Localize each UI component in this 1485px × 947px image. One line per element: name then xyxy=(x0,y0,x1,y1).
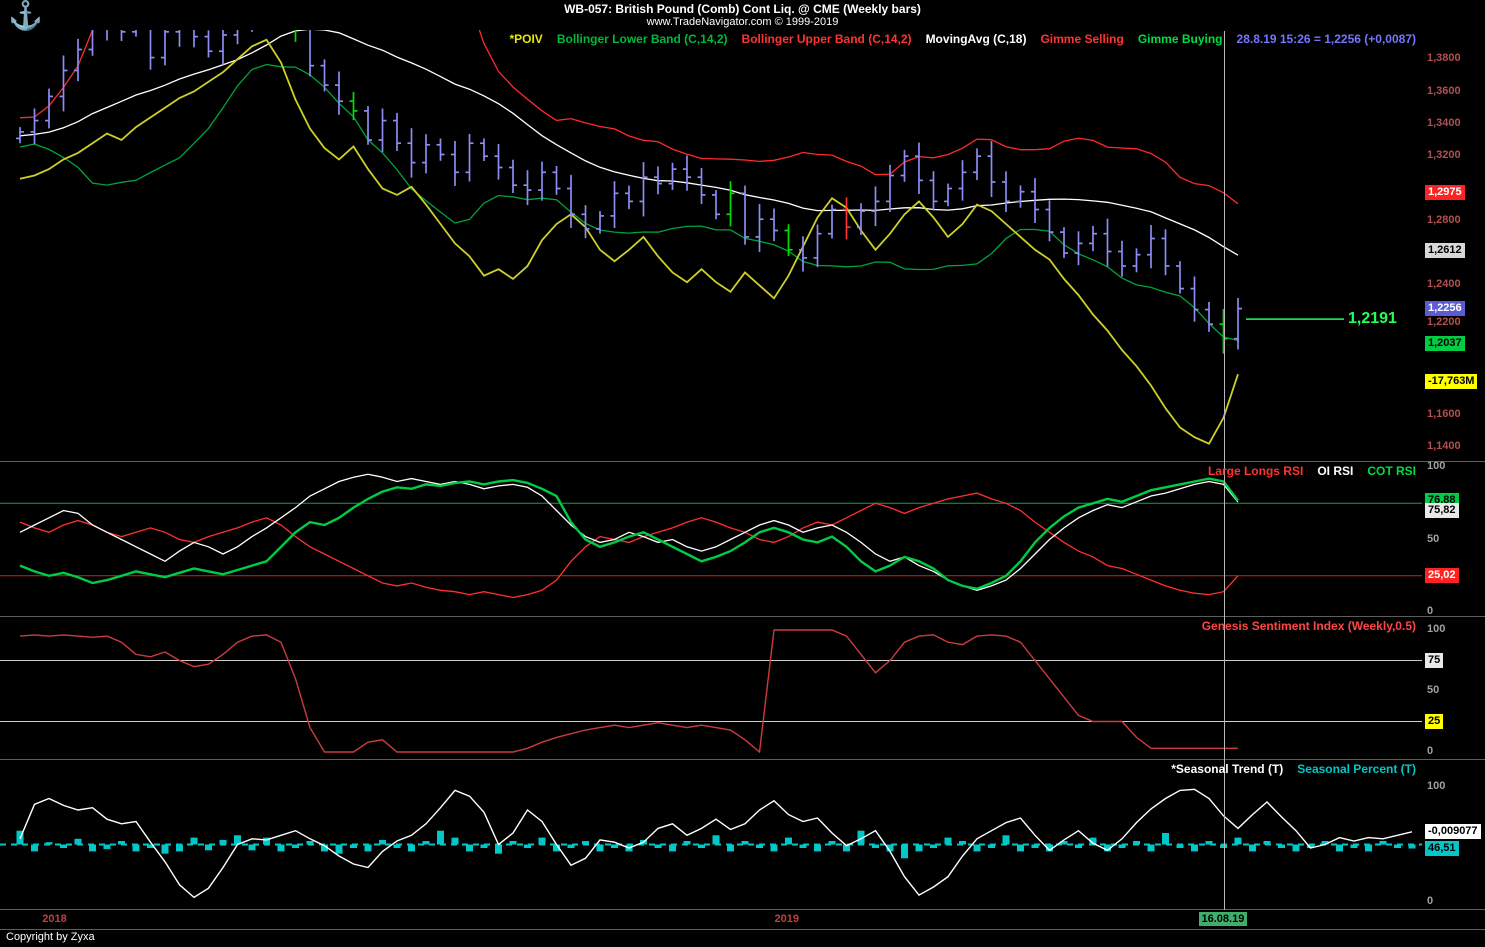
axis-value-badge: 1,2256 xyxy=(1425,300,1465,316)
axis-tick-label: 0 xyxy=(1427,745,1434,757)
copyright-text: Copyright by Zyxa xyxy=(6,931,95,943)
x-axis-year-label: 2018 xyxy=(42,913,67,925)
axis-value-badge: 25 xyxy=(1425,713,1444,729)
axis-tick-label: 1,2400 xyxy=(1427,278,1461,291)
axis-tick-label: 1,2200 xyxy=(1427,315,1461,328)
legend-quote-readout: 28.8.19 15:26 = 1,2256 (+0,0087) xyxy=(1236,32,1416,46)
panel-divider xyxy=(0,909,1485,910)
legend-item-sentiment-index[interactable]: Genesis Sentiment Index (Weekly,0.5) xyxy=(1202,619,1416,633)
panel-divider xyxy=(0,461,1485,462)
legend-item-movingavg[interactable]: MovingAvg (C,18) xyxy=(926,32,1027,46)
legend-item-bollinger-upper[interactable]: Bollinger Upper Band (C,14,2) xyxy=(742,32,912,46)
axis-tick-label: 1,3400 xyxy=(1427,116,1461,129)
axis-value-badge: 75,82 xyxy=(1425,503,1459,519)
axis-tick-label: 1,2800 xyxy=(1427,213,1461,226)
axis-value-badge: -0,009077 xyxy=(1425,823,1481,839)
trade-navigator-window: ⚓ WB-057: British Pound (Comb) Cont Liq.… xyxy=(0,0,1485,947)
panel-divider xyxy=(0,759,1485,760)
axis-value-badge: 46,51 xyxy=(1425,840,1459,856)
sentiment-panel-legend: Genesis Sentiment Index (Weekly,0.5) xyxy=(0,619,1416,633)
rsi-indicator-canvas[interactable] xyxy=(0,462,1422,617)
axis-value-badge: -17,763M xyxy=(1425,373,1478,389)
axis-value-badge: 1,2612 xyxy=(1425,243,1465,259)
seasonal-indicator-canvas[interactable] xyxy=(0,760,1422,910)
legend-item-cot-rsi[interactable]: COT RSI xyxy=(1367,464,1416,478)
sentiment-indicator-canvas[interactable] xyxy=(0,617,1422,760)
rsi-panel-legend: Large Longs RSI OI RSI COT RSI xyxy=(0,464,1416,478)
axis-tick-label: 50 xyxy=(1427,532,1440,545)
axis-tick-label: 1,3600 xyxy=(1427,84,1461,97)
chart-header: WB-057: British Pound (Comb) Cont Liq. @… xyxy=(0,0,1485,28)
axis-tick-label: 1,1400 xyxy=(1427,439,1461,452)
x-axis-year-label: 2019 xyxy=(774,913,799,925)
seasonal-panel-legend: *Seasonal Trend (T) Seasonal Percent (T) xyxy=(0,762,1416,776)
legend-item-oi-rsi[interactable]: OI RSI xyxy=(1317,464,1353,478)
legend-item-gimme-buying[interactable]: Gimme Buying xyxy=(1138,32,1223,46)
axis-tick-label: 100 xyxy=(1427,623,1446,635)
watermark-url: www.TradeNavigator.com © 1999-2019 xyxy=(646,16,839,28)
axis-tick-label: 1,3800 xyxy=(1427,52,1461,65)
chart-title: WB-057: British Pound (Comb) Cont Liq. @… xyxy=(564,2,921,16)
legend-item-gimme-selling[interactable]: Gimme Selling xyxy=(1040,32,1123,46)
price-panel-legend: *POIV Bollinger Lower Band (C,14,2) Boll… xyxy=(0,32,1416,46)
current-price-label: 1,2191 xyxy=(1348,310,1397,328)
legend-item-seasonal-percent[interactable]: Seasonal Percent (T) xyxy=(1297,762,1416,776)
right-axis-column[interactable]: 1,3800 1,3600 1,3400 1,3200 1,2800 1,2400 1,22… xyxy=(1424,0,1485,947)
panel-divider xyxy=(0,616,1485,617)
axis-value-badge: 1,2975 xyxy=(1425,184,1465,200)
axis-tick-label: 50 xyxy=(1427,684,1440,696)
cursor-date-badge: 16.08.19 xyxy=(1198,912,1248,926)
legend-item-seasonal-trend[interactable]: *Seasonal Trend (T) xyxy=(1171,762,1283,776)
legend-item-large-longs-rsi[interactable]: Large Longs RSI xyxy=(1208,464,1303,478)
axis-value-badge: 1,2037 xyxy=(1425,336,1465,352)
legend-item-bollinger-lower[interactable]: Bollinger Lower Band (C,14,2) xyxy=(557,32,728,46)
axis-tick-label: 100 xyxy=(1427,780,1446,792)
price-chart-canvas[interactable] xyxy=(0,30,1422,462)
axis-tick-label: 1,1600 xyxy=(1427,407,1461,420)
legend-item-poiv[interactable]: *POIV xyxy=(509,32,542,46)
axis-tick-label: 1,3200 xyxy=(1427,149,1461,162)
axis-value-badge: 25,02 xyxy=(1425,567,1459,583)
axis-tick-label: 0 xyxy=(1427,895,1434,907)
panel-divider xyxy=(0,929,1485,930)
axis-value-badge: 75 xyxy=(1425,652,1444,668)
axis-tick-label: 0 xyxy=(1427,605,1434,617)
axis-tick-label: 100 xyxy=(1427,460,1446,472)
